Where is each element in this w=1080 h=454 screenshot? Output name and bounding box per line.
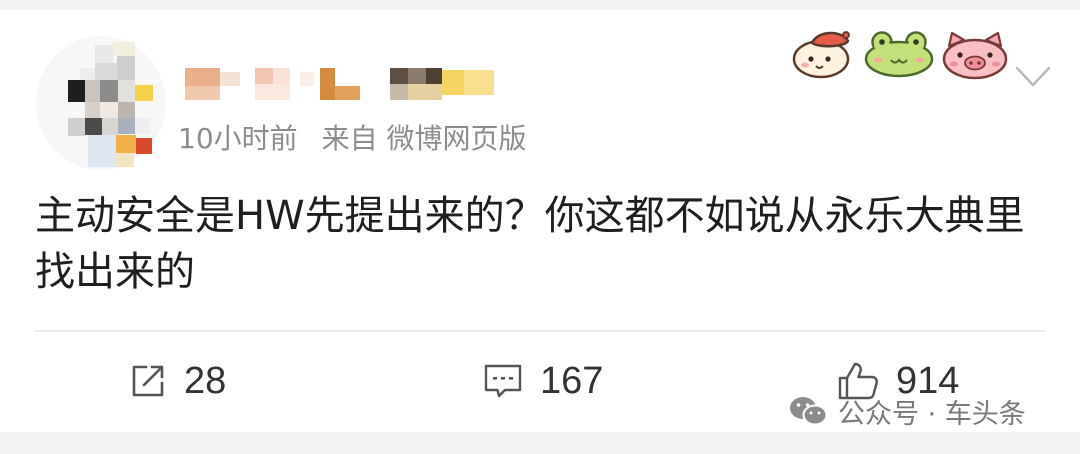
username-mosaic-block <box>185 68 220 86</box>
avatar-mosaic-block <box>100 102 118 118</box>
watermark-text: 公众号 · 车头条 <box>838 398 1026 430</box>
username-mosaic-block <box>408 84 442 100</box>
username-mosaic-block <box>390 68 408 84</box>
pig-badge-icon[interactable] <box>940 30 1010 80</box>
avatar-mosaic-block <box>100 80 118 102</box>
avatar-mosaic-block <box>135 118 150 134</box>
username[interactable] <box>183 64 499 104</box>
comment-button[interactable]: 167 <box>482 358 603 404</box>
avatar-mosaic-block <box>80 68 95 80</box>
avatar-mosaic-block <box>117 56 135 80</box>
post-content: 主动安全是HW先提出来的？你这都不如说从永乐大典里 找出来的 <box>35 188 1065 300</box>
frog-badge-icon[interactable] <box>862 30 936 78</box>
avatar-mosaic-block <box>68 118 85 136</box>
username-mosaic-block <box>442 70 464 95</box>
avatar-mosaic-block <box>116 153 134 167</box>
avatar-mosaic-block <box>85 118 102 135</box>
username-mosaic-block <box>335 86 360 100</box>
comment-icon <box>484 364 522 398</box>
post-content-line: 主动安全是HW先提出来的？你这都不如说从永乐大典里 <box>35 193 1025 239</box>
username-mosaic-block <box>390 84 408 100</box>
avatar-mosaic-block <box>118 80 135 102</box>
avatar-mosaic-block <box>116 135 136 153</box>
post-meta: 10小时前 来自 微博网页版 <box>178 120 527 158</box>
avatar-mosaic-block <box>85 102 100 118</box>
username-mosaic-block <box>464 70 494 95</box>
username-mosaic-block <box>426 68 442 84</box>
chevron-down-icon[interactable] <box>1015 65 1051 89</box>
avatar-mosaic-block <box>113 42 135 56</box>
username-mosaic-block <box>185 86 220 100</box>
wechat-icon <box>790 397 828 426</box>
avatar[interactable] <box>36 36 166 170</box>
post-content-line: 找出来的 <box>35 249 195 295</box>
share-icon <box>132 365 164 397</box>
avatar-mosaic-block <box>95 45 113 63</box>
bear-badge-icon[interactable] <box>790 28 856 80</box>
username-mosaic-block <box>220 72 240 86</box>
share-count: 28 <box>184 360 227 402</box>
avatar-mosaic-block <box>68 80 85 102</box>
comment-count: 167 <box>540 360 604 402</box>
username-mosaic-block <box>255 84 290 100</box>
avatar-mosaic-block <box>135 85 153 101</box>
username-mosaic-block <box>273 68 290 84</box>
watermark: 公众号 · 车头条 <box>788 392 1026 430</box>
post-source[interactable]: 来自 微博网页版 <box>322 122 527 155</box>
avatar-mosaic-block <box>88 135 116 167</box>
post-timestamp[interactable]: 10小时前 <box>178 122 298 155</box>
avatar-mosaic-block <box>85 80 100 102</box>
username-mosaic-block <box>255 68 273 84</box>
avatar-mosaic-block <box>102 118 118 136</box>
avatar-mosaic-block <box>95 63 117 80</box>
avatar-mosaic-block <box>136 138 152 154</box>
share-button[interactable]: 28 <box>128 358 226 404</box>
username-mosaic-block <box>320 68 335 100</box>
username-mosaic-block <box>300 72 314 86</box>
divider <box>35 330 1045 332</box>
username-mosaic-block <box>408 68 426 84</box>
avatar-mosaic-block <box>118 102 135 118</box>
avatar-mosaic-block <box>118 118 135 134</box>
